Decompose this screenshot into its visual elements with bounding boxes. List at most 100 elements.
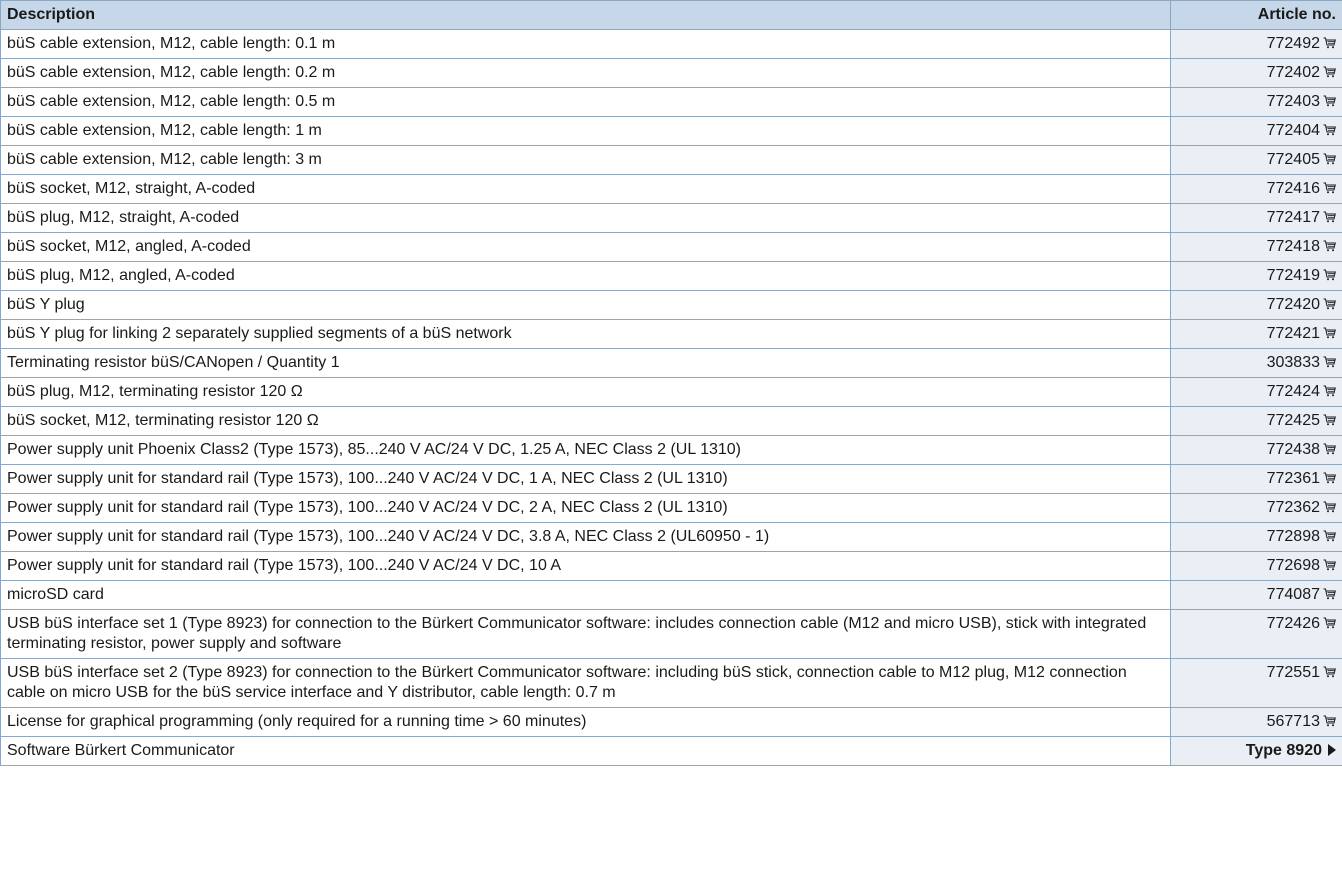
row-description: büS cable extension, M12, cable length: … <box>0 145 1171 175</box>
shopping-cart-icon[interactable] <box>1323 443 1336 455</box>
table-row: büS plug, M12, angled, A-coded 772419 <box>0 261 1342 291</box>
table-row: büS cable extension, M12, cable length: … <box>0 116 1342 146</box>
article-number-cell: 772421 <box>1170 319 1342 349</box>
article-number-cell: 772424 <box>1170 377 1342 407</box>
article-number-cell: 303833 <box>1170 348 1342 378</box>
shopping-cart-icon[interactable] <box>1323 124 1336 136</box>
shopping-cart-icon[interactable] <box>1323 182 1336 194</box>
table-row-last: Software Bürkert Communicator Type 8920 <box>0 736 1342 766</box>
row-description: büS socket, M12, angled, A-coded <box>0 232 1171 262</box>
shopping-cart-icon[interactable] <box>1323 666 1336 678</box>
article-number: 772492 <box>1266 35 1320 52</box>
table-row: büS socket, M12, angled, A-coded 772418 <box>0 232 1342 262</box>
row-description: Power supply unit for standard rail (Typ… <box>0 464 1171 494</box>
row-description: Terminating resistor büS/CANopen / Quant… <box>0 348 1171 378</box>
article-number: 774087 <box>1266 586 1320 603</box>
shopping-cart-icon[interactable] <box>1323 211 1336 223</box>
article-number-cell: 772438 <box>1170 435 1342 465</box>
shopping-cart-icon[interactable] <box>1323 66 1336 78</box>
type-link-cell[interactable]: Type 8920 <box>1170 736 1342 766</box>
shopping-cart-icon[interactable] <box>1323 617 1336 629</box>
shopping-cart-icon[interactable] <box>1323 715 1336 727</box>
shopping-cart-icon[interactable] <box>1323 588 1336 600</box>
shopping-cart-icon[interactable] <box>1323 298 1336 310</box>
article-number-cell: 772416 <box>1170 174 1342 204</box>
article-number: 772418 <box>1266 238 1320 255</box>
table-row: büS plug, M12, straight, A-coded 772417 <box>0 203 1342 233</box>
article-number: 772403 <box>1266 93 1320 110</box>
article-number: 772438 <box>1266 441 1320 458</box>
table-row: Power supply unit for standard rail (Typ… <box>0 551 1342 581</box>
row-description: büS plug, M12, terminating resistor 120 … <box>0 377 1171 407</box>
shopping-cart-icon[interactable] <box>1323 95 1336 107</box>
row-description: microSD card <box>0 580 1171 610</box>
description-column-header: Description <box>0 0 1171 30</box>
article-number: 303833 <box>1266 354 1320 371</box>
article-number-cell: 772362 <box>1170 493 1342 523</box>
shopping-cart-icon[interactable] <box>1323 501 1336 513</box>
article-number-cell: 772551 <box>1170 658 1342 708</box>
article-number: 772405 <box>1266 151 1320 168</box>
article-number-cell: 772402 <box>1170 58 1342 88</box>
shopping-cart-icon[interactable] <box>1323 356 1336 368</box>
table-row: License for graphical programming (only … <box>0 707 1342 737</box>
shopping-cart-icon[interactable] <box>1323 153 1336 165</box>
row-description: büS cable extension, M12, cable length: … <box>0 58 1171 88</box>
triangle-right-icon[interactable] <box>1328 744 1336 756</box>
shopping-cart-icon[interactable] <box>1323 472 1336 484</box>
article-number-cell: 772405 <box>1170 145 1342 175</box>
shopping-cart-icon[interactable] <box>1323 327 1336 339</box>
article-number: 772404 <box>1266 122 1320 139</box>
row-description: Power supply unit for standard rail (Typ… <box>0 522 1171 552</box>
table-row: Power supply unit for standard rail (Typ… <box>0 464 1342 494</box>
table-row: Power supply unit for standard rail (Typ… <box>0 522 1342 552</box>
shopping-cart-icon[interactable] <box>1323 269 1336 281</box>
article-number-cell: 772898 <box>1170 522 1342 552</box>
article-number-cell: 772425 <box>1170 406 1342 436</box>
row-description: büS cable extension, M12, cable length: … <box>0 87 1171 117</box>
article-number-cell: 772492 <box>1170 29 1342 59</box>
article-number-cell: 772698 <box>1170 551 1342 581</box>
article-number-cell: 772418 <box>1170 232 1342 262</box>
article-number: 772698 <box>1266 557 1320 574</box>
row-description: büS Y plug <box>0 290 1171 320</box>
article-number-cell: 772417 <box>1170 203 1342 233</box>
table-row: büS plug, M12, terminating resistor 120 … <box>0 377 1342 407</box>
table-row: büS socket, M12, straight, A-coded 772416 <box>0 174 1342 204</box>
row-description: USB büS interface set 2 (Type 8923) for … <box>0 658 1171 708</box>
table-row: USB büS interface set 1 (Type 8923) for … <box>0 609 1342 659</box>
article-number: 772426 <box>1266 615 1320 632</box>
shopping-cart-icon[interactable] <box>1323 385 1336 397</box>
accessories-table: Description Article no. büS cable extens… <box>0 0 1342 766</box>
article-number-cell: 772419 <box>1170 261 1342 291</box>
article-number-cell: 772361 <box>1170 464 1342 494</box>
table-row: büS Y plug 772420 <box>0 290 1342 320</box>
shopping-cart-icon[interactable] <box>1323 559 1336 571</box>
table-row: microSD card 774087 <box>0 580 1342 610</box>
shopping-cart-icon[interactable] <box>1323 414 1336 426</box>
row-description: büS plug, M12, angled, A-coded <box>0 261 1171 291</box>
article-number: 772361 <box>1266 470 1320 487</box>
article-number: 772551 <box>1266 664 1320 681</box>
article-number: 772402 <box>1266 64 1320 81</box>
row-description: License for graphical programming (only … <box>0 707 1171 737</box>
table-row: büS cable extension, M12, cable length: … <box>0 87 1342 117</box>
shopping-cart-icon[interactable] <box>1323 37 1336 49</box>
table-body: büS cable extension, M12, cable length: … <box>0 29 1342 737</box>
row-description: büS plug, M12, straight, A-coded <box>0 203 1171 233</box>
shopping-cart-icon[interactable] <box>1323 530 1336 542</box>
type-link[interactable]: Type 8920 <box>1246 742 1322 759</box>
article-number-cell: 772403 <box>1170 87 1342 117</box>
shopping-cart-icon[interactable] <box>1323 240 1336 252</box>
article-number: 772421 <box>1266 325 1320 342</box>
article-number: 772420 <box>1266 296 1320 313</box>
article-number: 772416 <box>1266 180 1320 197</box>
article-number-cell: 774087 <box>1170 580 1342 610</box>
article-number: 772425 <box>1266 412 1320 429</box>
article-column-header: Article no. <box>1170 0 1342 30</box>
article-number-cell: 772426 <box>1170 609 1342 659</box>
article-number-cell: 772404 <box>1170 116 1342 146</box>
article-number: 772898 <box>1266 528 1320 545</box>
row-description: büS Y plug for linking 2 separately supp… <box>0 319 1171 349</box>
article-number: 772419 <box>1266 267 1320 284</box>
